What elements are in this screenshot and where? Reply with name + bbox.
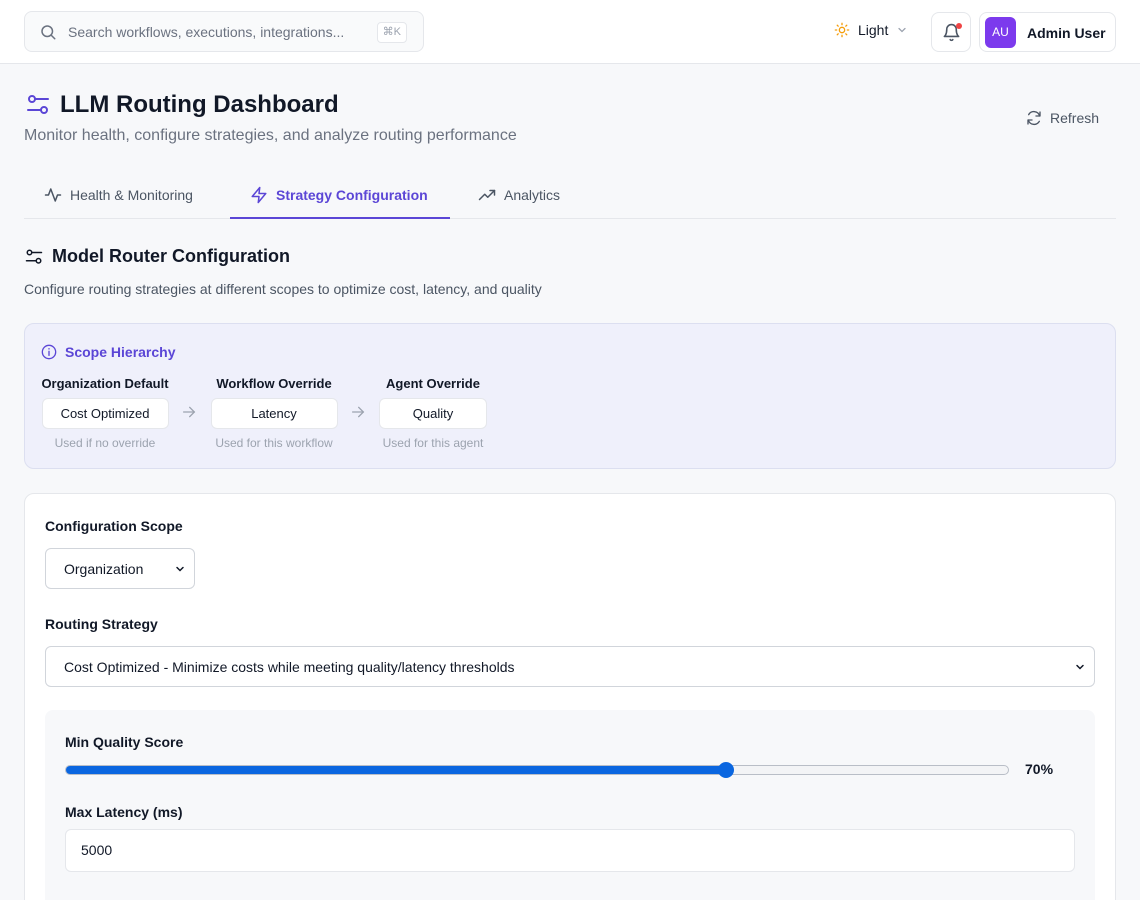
scope-hierarchy-title: Scope Hierarchy bbox=[65, 344, 176, 360]
refresh-button[interactable]: Refresh bbox=[1016, 104, 1109, 132]
search-shortcut-badge: ⌘K bbox=[376, 22, 407, 43]
refresh-icon bbox=[1027, 110, 1041, 126]
configuration-scope-select[interactable]: Organization bbox=[45, 548, 195, 589]
chevron-down-icon bbox=[1076, 664, 1084, 670]
notification-dot bbox=[956, 23, 962, 29]
avatar: AU bbox=[985, 17, 1016, 48]
trending-up-icon bbox=[478, 189, 496, 201]
scope-level-value: Cost Optimized bbox=[41, 398, 169, 429]
section-title: Model Router Configuration bbox=[52, 246, 290, 266]
scope-level-organization: Organization Default Cost Optimized Used… bbox=[41, 376, 169, 450]
scope-hierarchy-panel: Scope Hierarchy Organization Default Cos… bbox=[24, 323, 1116, 469]
scope-level-agent: Agent Override Quality Used for this age… bbox=[378, 376, 488, 450]
tab-health-monitoring[interactable]: Health & Monitoring bbox=[44, 172, 193, 218]
sun-icon bbox=[834, 22, 850, 38]
scope-level-workflow: Workflow Override Latency Used for this … bbox=[210, 376, 338, 450]
tab-analytics[interactable]: Analytics bbox=[478, 172, 560, 218]
chevron-down-icon bbox=[898, 27, 906, 33]
page-subtitle: Monitor health, configure strategies, an… bbox=[24, 127, 517, 144]
settings-sliders-icon bbox=[25, 249, 43, 264]
search-placeholder: Search workflows, executions, integratio… bbox=[68, 24, 345, 40]
scope-level-label: Agent Override bbox=[386, 376, 480, 391]
min-quality-slider-track[interactable] bbox=[65, 765, 1009, 775]
configuration-card: Configuration Scope Organization Routing… bbox=[24, 493, 1116, 900]
theme-label: Light bbox=[858, 22, 889, 38]
scope-level-value: Latency bbox=[210, 398, 338, 429]
search-icon bbox=[41, 25, 56, 40]
max-latency-label: Max Latency (ms) bbox=[65, 804, 183, 820]
scope-level-label: Organization Default bbox=[41, 376, 169, 391]
configuration-scope-value: Organization bbox=[64, 561, 144, 577]
activity-icon bbox=[44, 188, 62, 202]
user-name: Admin User bbox=[1027, 25, 1106, 41]
scope-hierarchy-header: Scope Hierarchy bbox=[41, 344, 176, 360]
section-subtitle: Configure routing strategies at differen… bbox=[24, 281, 542, 297]
scope-level-label: Workflow Override bbox=[216, 376, 332, 391]
theme-toggle[interactable]: Light bbox=[834, 22, 908, 38]
min-quality-label: Min Quality Score bbox=[65, 734, 184, 750]
strategy-thresholds-panel: Min Quality Score 70% Max Latency (ms) 5… bbox=[45, 710, 1095, 900]
tab-label: Health & Monitoring bbox=[70, 187, 193, 203]
max-latency-input[interactable]: 5000 bbox=[65, 829, 1075, 872]
arrow-right-icon bbox=[183, 406, 196, 418]
tab-label: Analytics bbox=[504, 187, 561, 203]
lightning-icon bbox=[251, 186, 267, 203]
scope-level-value: Quality bbox=[379, 398, 487, 429]
user-menu[interactable]: AU Admin User bbox=[979, 12, 1116, 52]
arrow-right-icon bbox=[352, 406, 365, 418]
scope-level-note: Used for this agent bbox=[382, 436, 484, 450]
routing-strategy-select[interactable]: Cost Optimized - Minimize costs while me… bbox=[45, 646, 1095, 687]
min-quality-value: 70% bbox=[1025, 761, 1054, 777]
scope-level-note: Used for this workflow bbox=[215, 436, 333, 450]
top-bar: Search workflows, executions, integratio… bbox=[0, 0, 1140, 64]
page-title: LLM Routing Dashboard bbox=[60, 91, 339, 118]
notifications-button[interactable] bbox=[931, 12, 971, 52]
chevron-down-icon bbox=[176, 566, 184, 572]
routing-strategy-value: Cost Optimized - Minimize costs while me… bbox=[64, 659, 515, 675]
min-quality-slider-thumb[interactable] bbox=[717, 762, 734, 778]
info-icon bbox=[41, 344, 57, 360]
refresh-label: Refresh bbox=[1050, 110, 1100, 126]
sliders-icon bbox=[27, 95, 49, 114]
tab-bar: Health & Monitoring Strategy Configurati… bbox=[24, 172, 1116, 219]
search-input[interactable]: Search workflows, executions, integratio… bbox=[24, 11, 424, 52]
scope-level-note: Used if no override bbox=[54, 436, 156, 450]
routing-strategy-label: Routing Strategy bbox=[45, 616, 158, 632]
tab-label: Strategy Configuration bbox=[276, 186, 428, 203]
min-quality-slider-fill bbox=[66, 766, 726, 774]
configuration-scope-label: Configuration Scope bbox=[45, 518, 183, 534]
tab-strategy-configuration[interactable]: Strategy Configuration bbox=[230, 172, 450, 219]
